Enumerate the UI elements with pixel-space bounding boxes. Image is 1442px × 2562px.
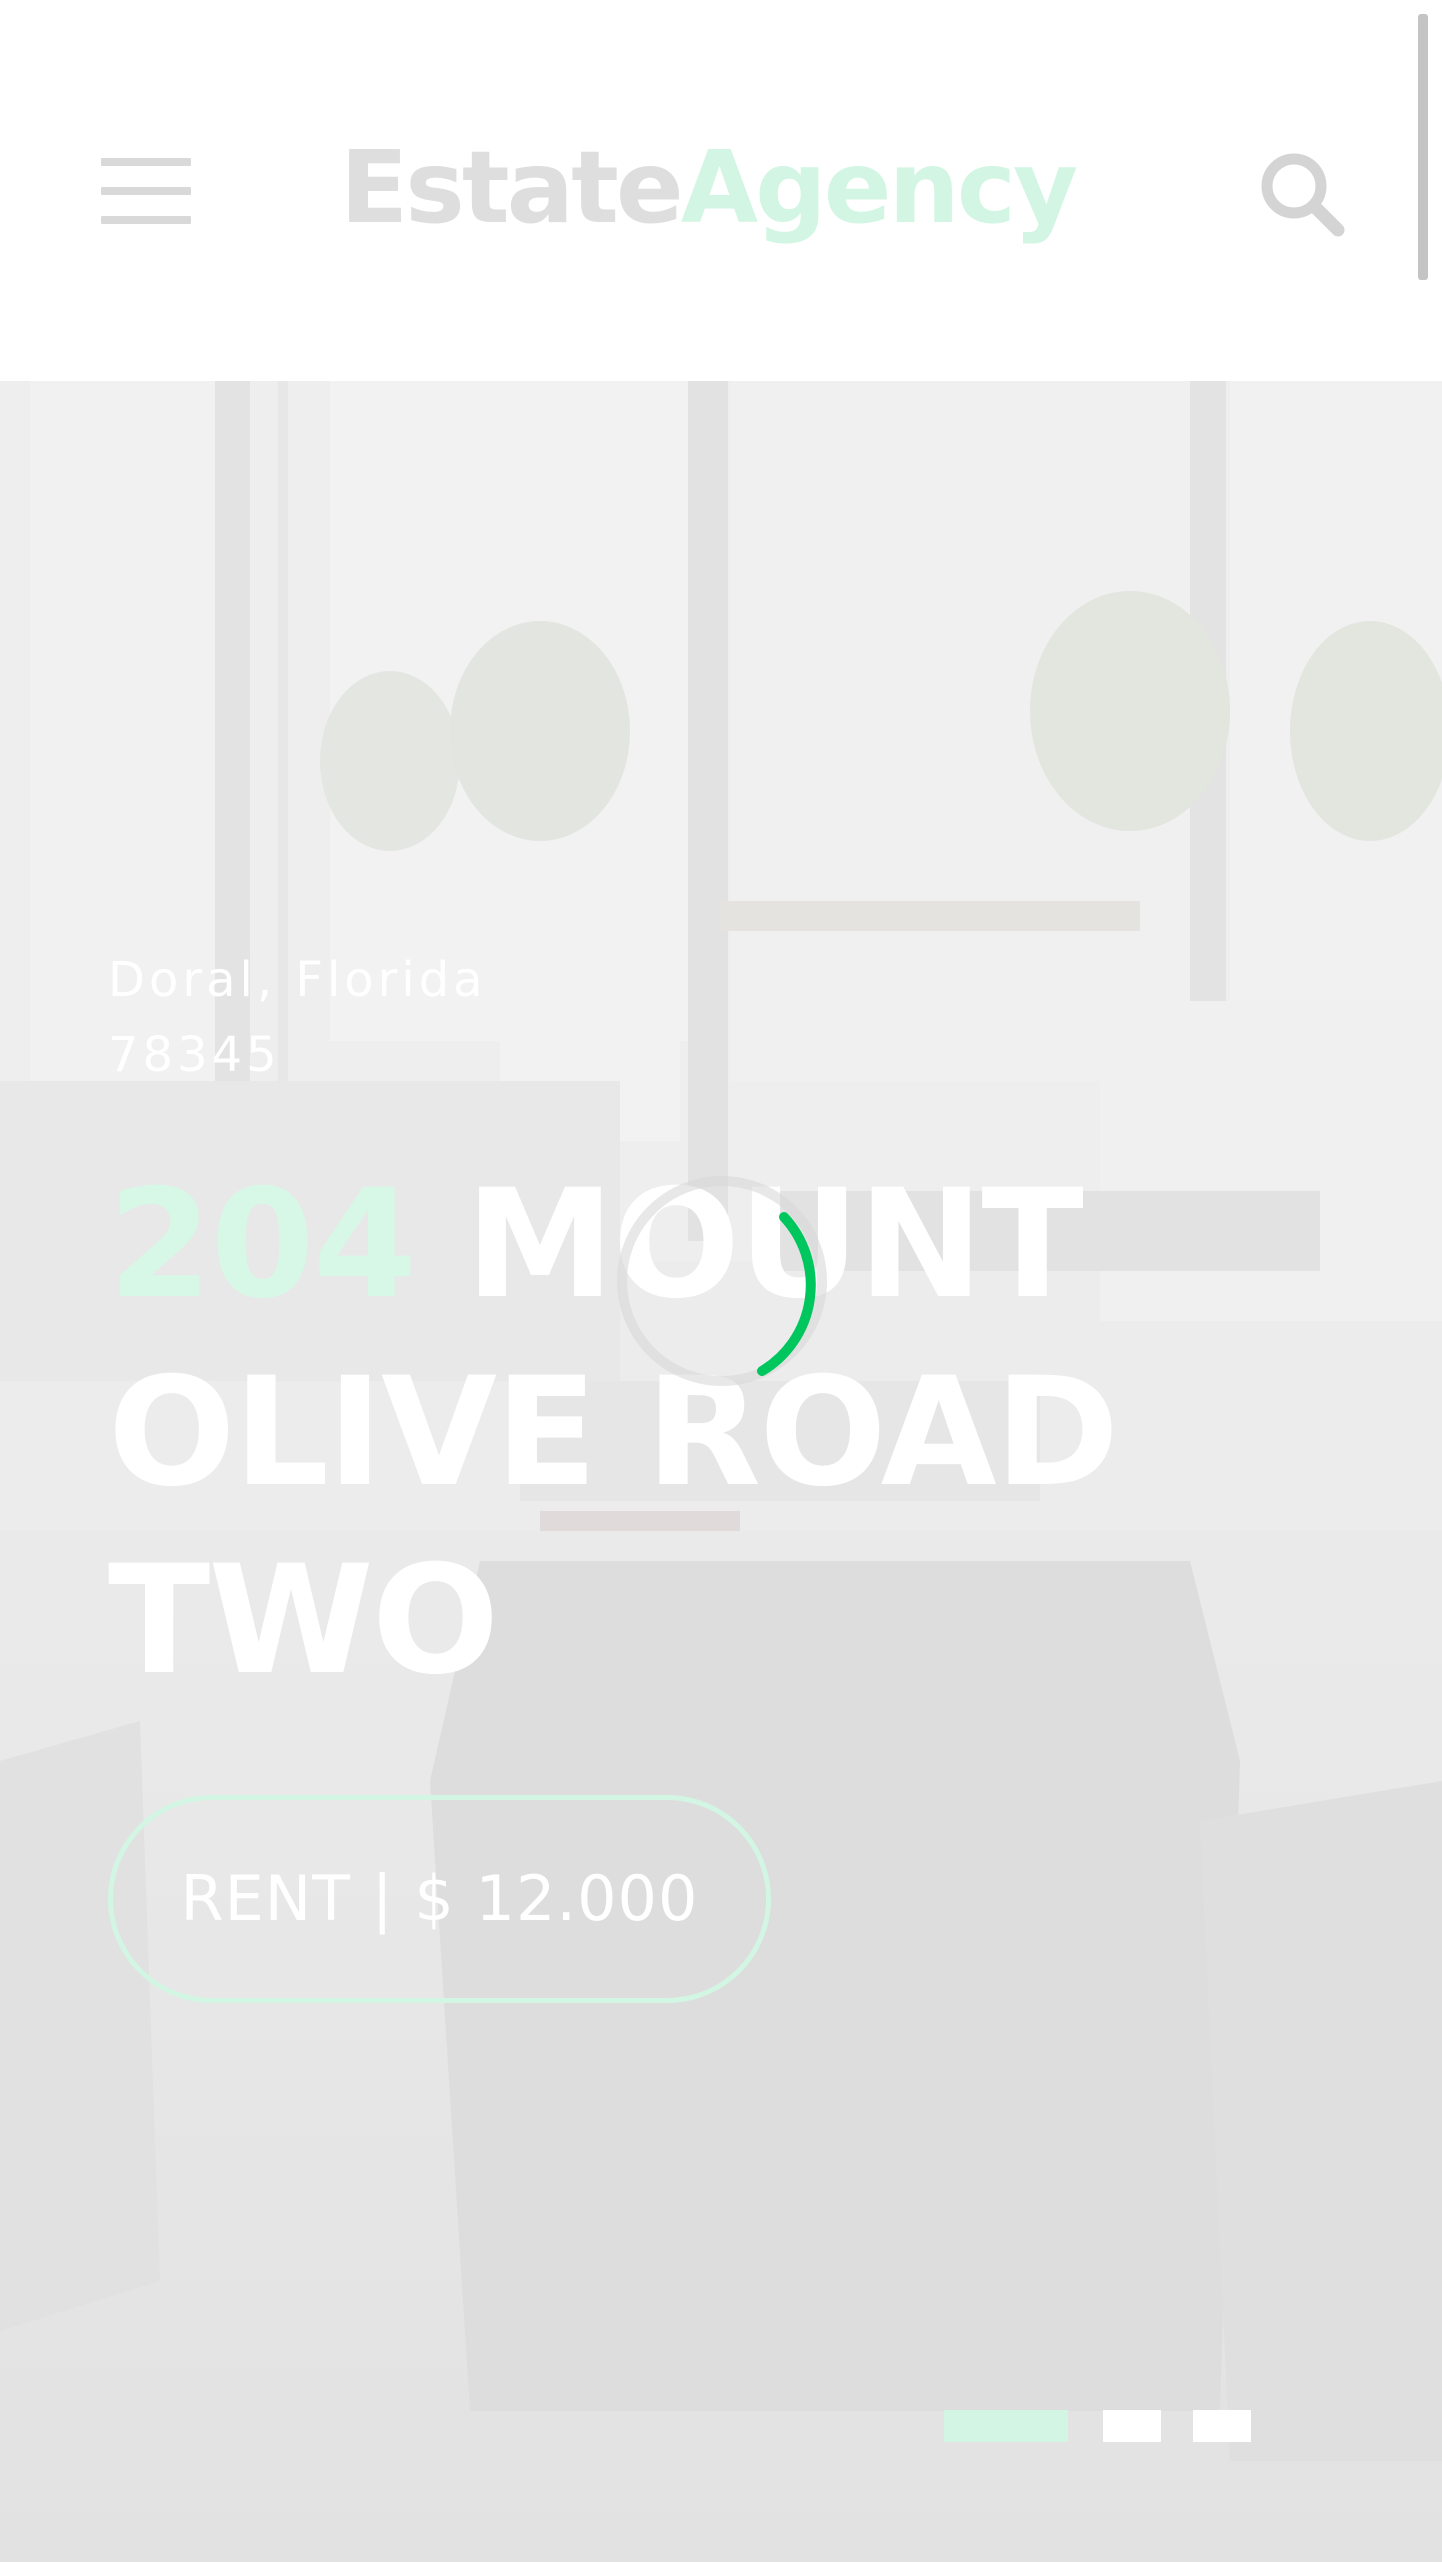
loading-spinner-icon (617, 1176, 827, 1386)
title-line-2: OLIVE ROAD (108, 1346, 1119, 1520)
search-icon[interactable] (1258, 150, 1348, 240)
site-header: EstateAgency (0, 0, 1442, 381)
rent-price-button[interactable]: RENT | $ 12.000 (108, 1795, 771, 2003)
title-number: 204 (108, 1158, 417, 1332)
slide-indicator-1[interactable] (944, 2410, 1068, 2442)
location-city: Doral, Florida (108, 952, 487, 1008)
property-title: 204 MOUNT OLIVE ROAD TWO (108, 1151, 1119, 1715)
slide-indicator-3[interactable] (1193, 2410, 1251, 2442)
title-line-3: TWO (108, 1534, 499, 1708)
location-zip: 78345 (108, 1027, 281, 1083)
menu-bar (101, 216, 191, 224)
menu-bar (101, 158, 191, 166)
property-location: Doral, Florida 78345 (108, 943, 487, 1093)
site-logo[interactable]: EstateAgency (340, 128, 1078, 248)
title-line-1: 204 MOUNT (108, 1151, 1108, 1339)
search-icon-graphic (1261, 153, 1345, 237)
hamburger-menu-icon[interactable] (101, 158, 191, 224)
logo-estate: Estate (340, 129, 684, 246)
logo-agency: Agency (680, 129, 1078, 246)
hero-slider: Doral, Florida 78345 204 MOUNT OLIVE ROA… (0, 381, 1442, 2562)
menu-bar (101, 187, 191, 195)
scrollbar-thumb[interactable] (1418, 14, 1428, 280)
slide-indicator-2[interactable] (1103, 2410, 1161, 2442)
